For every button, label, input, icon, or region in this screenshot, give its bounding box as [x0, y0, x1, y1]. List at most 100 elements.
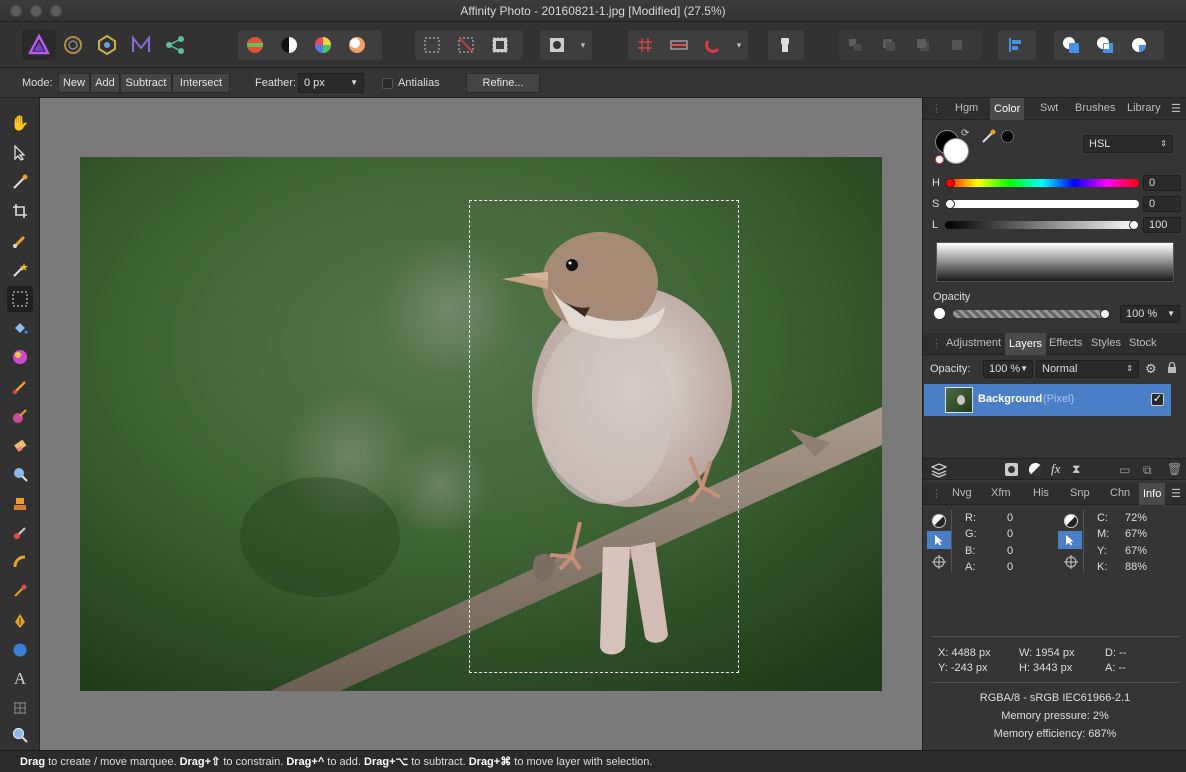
saturation-slider-knob[interactable]	[945, 199, 955, 209]
fx-icon[interactable]: fx	[1051, 461, 1060, 477]
move-back-one-icon[interactable]	[872, 30, 906, 60]
delete-layer-icon[interactable]: 🗑	[1167, 462, 1182, 476]
invert-selection-icon[interactable]	[483, 30, 517, 60]
pen-tool-icon[interactable]	[7, 608, 33, 634]
chevron-down-icon[interactable]: ▾	[574, 40, 592, 51]
tab-info[interactable]: Info	[1139, 483, 1166, 505]
swap-colors-icon[interactable]: ⟳	[961, 128, 969, 139]
tab-stock[interactable]: Stock	[1129, 337, 1157, 349]
flood-select-tool-icon[interactable]	[7, 257, 33, 283]
quick-mask-icon[interactable]	[540, 30, 574, 60]
opacity-slider[interactable]	[953, 310, 1107, 318]
move-forward-one-icon[interactable]	[906, 30, 940, 60]
lightness-slider[interactable]	[945, 221, 1139, 229]
text-tool-icon[interactable]: A	[7, 666, 33, 692]
view-tool-hand-icon[interactable]: ✋	[7, 110, 33, 136]
group-folder-icon[interactable]: ▭	[1119, 463, 1130, 477]
tab-transform[interactable]: Xfm	[991, 487, 1011, 499]
no-color-icon[interactable]	[935, 155, 944, 164]
picked-color-swatch[interactable]	[1001, 130, 1014, 143]
assistant-icon[interactable]	[768, 30, 802, 60]
color-picker-tool-icon[interactable]	[7, 169, 33, 195]
tab-navigator[interactable]: Nvg	[952, 487, 972, 499]
zoom-tool-icon[interactable]	[7, 722, 33, 748]
snapping-magnet-icon[interactable]	[696, 30, 730, 60]
dodge-brush-tool-icon[interactable]	[7, 461, 33, 487]
tab-brushes[interactable]: Brushes	[1075, 102, 1115, 114]
export-persona-icon[interactable]	[158, 30, 192, 60]
selection-brush-tool-icon[interactable]	[7, 228, 33, 254]
hue-slider[interactable]	[945, 179, 1139, 187]
move-to-front-icon[interactable]	[940, 30, 974, 60]
gradient-tool-icon[interactable]	[7, 344, 33, 370]
crosshair-icon[interactable]	[932, 555, 946, 572]
lightness-slider-knob[interactable]	[1129, 220, 1139, 230]
paint-brush-tool-icon[interactable]	[7, 374, 33, 400]
saturation-value-field[interactable]: 0	[1143, 196, 1181, 212]
ellipse-tool-icon[interactable]	[7, 637, 33, 663]
refine-button[interactable]: Refine...	[466, 73, 540, 93]
pointer-source-icon[interactable]	[1058, 531, 1082, 549]
intersect-shapes-icon[interactable]	[1122, 30, 1156, 60]
color-preview-gradient[interactable]	[936, 242, 1174, 282]
marquee-selection[interactable]	[469, 200, 739, 673]
opacity-value-field[interactable]: 100 % ▼	[1120, 305, 1180, 323]
smudge-tool-icon[interactable]	[7, 549, 33, 575]
tab-swatches[interactable]: Swt	[1040, 102, 1058, 114]
tab-styles[interactable]: Styles	[1091, 337, 1121, 349]
subtract-shapes-icon[interactable]	[1088, 30, 1122, 60]
pointer-source-icon[interactable]	[927, 531, 951, 549]
color-model-select[interactable]: HSL ⇕	[1083, 135, 1173, 153]
blend-mode-select[interactable]: Normal ⇕	[1036, 360, 1139, 378]
tab-history[interactable]: His	[1033, 487, 1049, 499]
chevron-down-icon[interactable]: ▾	[730, 40, 748, 51]
color-info-icon[interactable]	[932, 514, 946, 528]
panel-menu-icon[interactable]: ☰	[1171, 487, 1181, 500]
canvas-area[interactable]	[40, 98, 922, 750]
mode-new-button[interactable]: New	[58, 73, 90, 93]
lightness-value-field[interactable]: 100	[1143, 217, 1181, 233]
hsl-icon[interactable]	[306, 30, 340, 60]
inpainting-brush-tool-icon[interactable]	[7, 578, 33, 604]
black-white-icon[interactable]	[272, 30, 306, 60]
layer-visibility-checkbox[interactable]: ✓	[1151, 393, 1164, 406]
layer-row-background[interactable]: Background (Pixel) ✓	[924, 384, 1171, 416]
mesh-warp-tool-icon[interactable]	[7, 695, 33, 721]
panel-menu-icon[interactable]: ☰	[1171, 102, 1181, 115]
color-info-icon[interactable]	[1064, 514, 1078, 528]
tone-mapping-persona-icon[interactable]	[124, 30, 158, 60]
white-balance-icon[interactable]	[340, 30, 374, 60]
tab-effects[interactable]: Effects	[1049, 337, 1082, 349]
mode-intersect-button[interactable]: Intersect	[172, 73, 230, 93]
panel-grip-icon[interactable]: ⋮	[931, 337, 942, 350]
clone-brush-tool-icon[interactable]	[7, 491, 33, 517]
tab-library[interactable]: Library	[1127, 102, 1161, 114]
grid-icon[interactable]	[628, 30, 662, 60]
levels-icon[interactable]	[238, 30, 272, 60]
opacity-slider-knob[interactable]	[1100, 309, 1110, 319]
develop-persona-icon[interactable]	[90, 30, 124, 60]
rectangular-marquee-tool-icon[interactable]	[7, 286, 33, 312]
panel-grip-icon[interactable]: ⋮	[931, 102, 942, 115]
feather-input[interactable]: 0 px ▼	[298, 73, 364, 93]
tab-adjustment[interactable]: Adjustment	[946, 337, 1001, 349]
liquify-persona-icon[interactable]	[56, 30, 90, 60]
add-shapes-icon[interactable]	[1054, 30, 1088, 60]
tab-histogram[interactable]: Hgm	[955, 102, 978, 114]
erase-brush-tool-icon[interactable]	[7, 432, 33, 458]
crop-tool-icon[interactable]	[7, 198, 33, 224]
flood-fill-tool-icon[interactable]	[7, 315, 33, 341]
gear-icon[interactable]: ⚙	[1145, 361, 1157, 377]
crosshair-icon[interactable]	[1064, 555, 1078, 572]
mask-layer-icon[interactable]	[1005, 463, 1018, 476]
photo-persona-icon[interactable]	[22, 30, 56, 60]
deselect-icon[interactable]	[449, 30, 483, 60]
antialias-checkbox[interactable]	[382, 78, 393, 89]
color-replacement-tool-icon[interactable]	[7, 403, 33, 429]
tab-color[interactable]: Color	[990, 98, 1025, 120]
move-tool-arrow-icon[interactable]	[7, 140, 33, 166]
align-left-icon[interactable]	[998, 30, 1032, 60]
select-all-icon[interactable]	[415, 30, 449, 60]
move-to-back-icon[interactable]	[838, 30, 872, 60]
hue-value-field[interactable]: 0	[1143, 175, 1181, 191]
